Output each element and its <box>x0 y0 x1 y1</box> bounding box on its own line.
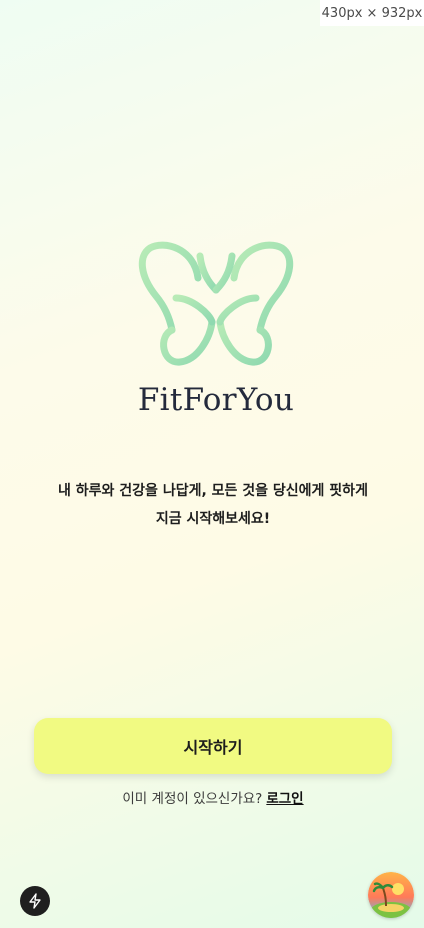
butterfly-logo-icon <box>136 238 296 370</box>
login-link[interactable]: 로그인 <box>266 791 303 807</box>
login-prompt: 이미 계정이 있으신가요? <box>122 791 263 807</box>
beach-avatar-icon[interactable] <box>368 872 414 918</box>
tagline-line-2: 지금 시작해보세요! <box>155 511 271 527</box>
login-row: 이미 계정이 있으신가요? 로그인 <box>0 787 424 807</box>
viewport-size-label: 430px × 932px <box>320 0 424 26</box>
tagline-line-1: 내 하루와 건강을 나답게, 모든 것을 당신에게 핏하게 <box>58 483 368 499</box>
start-button[interactable]: 시작하기 <box>34 718 392 774</box>
lightning-bolt-icon[interactable] <box>20 886 50 916</box>
brand-name: FitForYou <box>137 382 295 418</box>
